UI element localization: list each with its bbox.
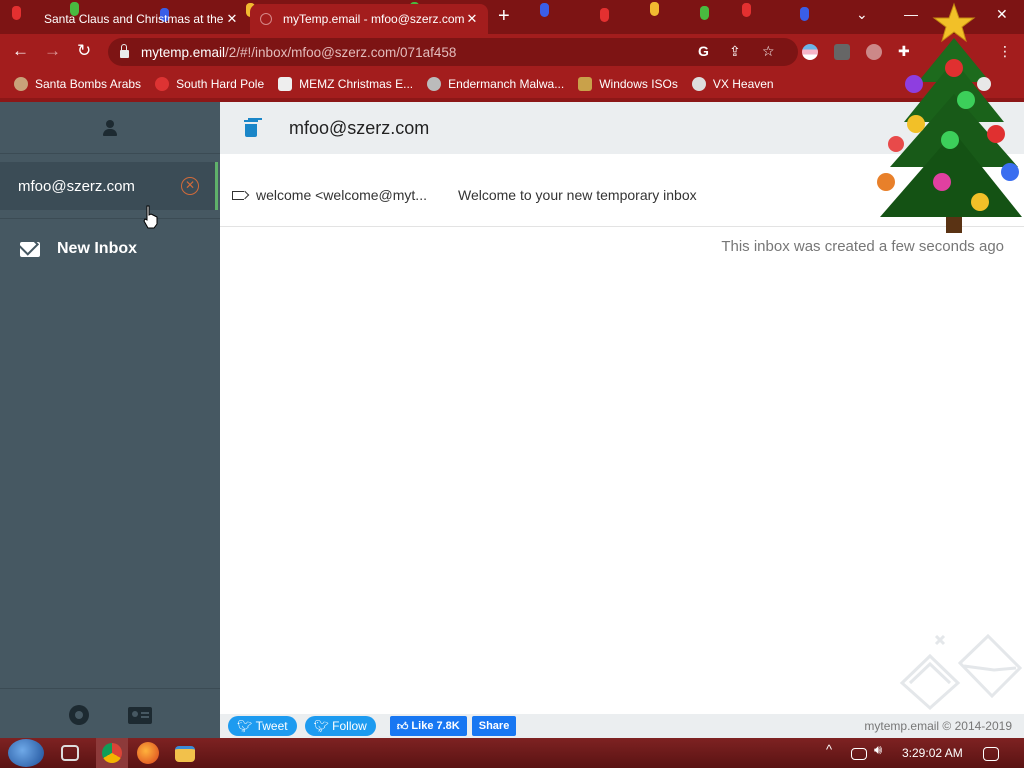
close-tab-icon[interactable]: ✕ — [224, 11, 240, 27]
lock-icon — [120, 44, 129, 58]
address-path: /2/#!/inbox/mfoo@szerz.com/071af458 — [225, 44, 457, 60]
ender-icon — [427, 77, 442, 91]
thumbs-up-icon: 👍︎ — [396, 720, 409, 733]
google-icon[interactable]: G — [698, 43, 709, 59]
sidebar-footer — [0, 688, 220, 738]
gear-icon[interactable] — [69, 705, 89, 725]
new-tab-button[interactable]: + — [498, 6, 510, 26]
bookmark-vx-heaven[interactable]: VX Heaven — [691, 77, 774, 91]
sidebar-item-inbox[interactable]: mfoo@szerz.com ✕ — [0, 162, 218, 210]
mytemp-watermark-logo — [899, 633, 1023, 710]
address-bar[interactable]: mytemp.email/2/#!/inbox/mfoo@szerz.com/0… — [108, 38, 798, 66]
vx-heaven-icon — [691, 77, 706, 91]
inbox-created-note: This inbox was created a few seconds ago — [721, 238, 1004, 255]
memz-icon — [278, 77, 293, 91]
volume-icon[interactable]: 🔊︎ — [874, 742, 890, 764]
pride-extension-icon[interactable] — [802, 44, 818, 60]
bookmark-star-icon[interactable]: ☆ — [762, 43, 775, 60]
facebook-like-button[interactable]: 👍︎ Like 7.8K — [389, 716, 467, 736]
chrome-icon — [102, 743, 122, 763]
browser-menu-icon[interactable]: ⋮ — [998, 43, 1012, 60]
trash-icon[interactable] — [244, 119, 258, 137]
user-icon[interactable] — [101, 119, 119, 137]
close-tab-icon[interactable]: ✕ — [464, 11, 480, 27]
share-icon[interactable]: ⇪ — [729, 43, 741, 60]
snowflake-icon — [155, 77, 170, 91]
windows-iso-icon — [578, 77, 593, 91]
facebook-share-button[interactable]: Share — [471, 716, 517, 736]
back-button[interactable]: ← — [12, 42, 29, 60]
bookmark-santa-bombs-arabs[interactable]: Santa Bombs Arabs — [14, 77, 141, 91]
avatar-extension-icon[interactable] — [866, 44, 882, 60]
show-hidden-icons-chevron[interactable]: ^ — [826, 742, 840, 764]
address-host: mytemp.email — [141, 44, 226, 60]
message-row[interactable]: welcome <welcome@myt... Welcome to your … — [220, 164, 1024, 227]
bookmark-endermanch-malware[interactable]: Endermanch Malwa... — [427, 77, 564, 91]
follow-button[interactable]: 🐦︎ Follow — [304, 716, 376, 736]
new-inbox-label: New Inbox — [57, 240, 138, 257]
s-extension-icon[interactable] — [834, 44, 850, 60]
new-inbox-button[interactable]: New Inbox — [20, 240, 137, 258]
mytemp-favicon-icon — [260, 13, 272, 25]
forward-button[interactable]: → — [44, 42, 61, 60]
reload-button[interactable]: ↻ — [77, 42, 91, 60]
minimize-button[interactable]: — — [904, 6, 918, 22]
bookmark-windows-isos[interactable]: Windows ISOs — [578, 77, 678, 91]
bookmark-memz-christmas[interactable]: MEMZ Christmas E... — [278, 77, 413, 91]
copyright-text: mytemp.email © 2014-2019 — [864, 719, 1012, 733]
task-view-icon[interactable] — [61, 745, 79, 761]
bookmark-south-hard-pole[interactable]: South Hard Pole — [155, 77, 264, 91]
tab-santa-claus[interactable]: Santa Claus and Christmas at the ✕ — [8, 4, 248, 34]
inbox-header: mfoo@szerz.com — [220, 102, 1024, 154]
notifications-icon[interactable] — [983, 747, 999, 761]
label-tag-icon — [232, 190, 244, 200]
contact-card-icon[interactable] — [128, 707, 152, 724]
browser-toolbar: ← → ↻ mytemp.email/2/#!/inbox/mfoo@szerz… — [0, 34, 1024, 70]
tab-strip: Santa Claus and Christmas at the ✕ myTem… — [0, 0, 1024, 34]
chrome-taskbar-button[interactable] — [96, 738, 128, 768]
sidebar-divider — [0, 218, 220, 219]
page-footer: 🐦︎ Tweet 🐦︎ Follow 👍︎ Like 7.8K Share my… — [220, 714, 1024, 738]
windows-taskbar: ^ 🔊︎ 3:29:02 AM — [0, 738, 1024, 768]
tweet-button[interactable]: 🐦︎ Tweet — [228, 716, 297, 736]
tab-mytemp-email[interactable]: myTemp.email - mfoo@szerz.com ✕ — [250, 4, 488, 34]
twitter-bird-icon: 🐦︎ — [313, 719, 329, 733]
tab-search-chevron-icon[interactable]: ⌄ — [856, 6, 868, 23]
system-clock[interactable]: 3:29:02 AM — [902, 746, 963, 760]
sidebar-header — [0, 102, 220, 154]
mail-icon — [20, 241, 40, 257]
delete-inbox-icon[interactable]: ✕ — [181, 177, 199, 195]
network-icon[interactable] — [851, 748, 867, 760]
twitter-bird-icon: 🐦︎ — [237, 719, 253, 733]
start-button[interactable] — [8, 739, 44, 767]
bookmarks-bar: Santa Bombs Arabs South Hard Pole MEMZ C… — [0, 70, 1024, 98]
file-explorer-icon[interactable] — [175, 746, 195, 762]
message-subject: Welcome to your new temporary inbox — [458, 187, 697, 203]
close-window-button[interactable]: ✕ — [996, 6, 1008, 23]
extensions-puzzle-icon[interactable]: ✚ — [898, 43, 910, 60]
page-title: mfoo@szerz.com — [289, 117, 430, 138]
tab-title: myTemp.email - mfoo@szerz.com — [283, 12, 464, 26]
tab-title: Santa Claus and Christmas at the — [44, 12, 224, 26]
hand-cursor — [143, 205, 158, 229]
firefox-icon[interactable] — [137, 742, 159, 764]
message-sender: welcome <welcome@myt... — [256, 187, 427, 203]
sidebar: mfoo@szerz.com ✕ New Inbox — [0, 102, 220, 738]
santa-icon — [14, 77, 28, 91]
inbox-address: mfoo@szerz.com — [18, 177, 135, 195]
